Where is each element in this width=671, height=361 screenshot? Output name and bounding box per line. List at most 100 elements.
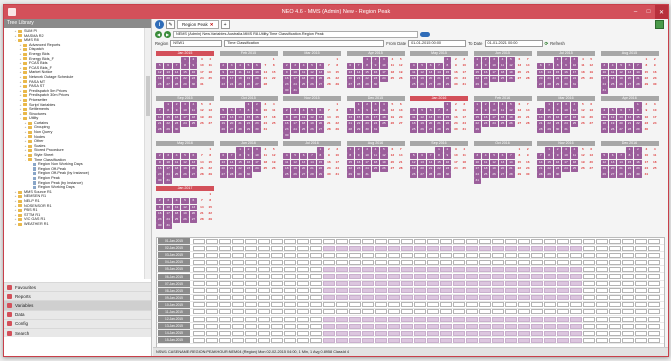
peak-day[interactable]: 7 bbox=[537, 153, 545, 160]
weekend-day[interactable]: 31 bbox=[262, 127, 269, 133]
peak-day[interactable]: 23 bbox=[253, 120, 261, 127]
grid-cell[interactable] bbox=[492, 252, 504, 258]
weekend-day[interactable]: 1 bbox=[334, 57, 341, 63]
weekend-day[interactable]: 23 bbox=[452, 121, 459, 127]
weekend-day[interactable]: 27 bbox=[516, 76, 523, 82]
peak-cell[interactable] bbox=[336, 316, 348, 322]
peak-cell[interactable] bbox=[453, 245, 465, 251]
peak-cell[interactable] bbox=[466, 288, 478, 294]
grid-cell[interactable] bbox=[622, 323, 634, 329]
grid-cell[interactable] bbox=[310, 259, 322, 265]
month-header[interactable]: Aug 2016 bbox=[346, 141, 405, 146]
weekend-day[interactable]: 29 bbox=[207, 217, 214, 223]
peak-day[interactable]: 9 bbox=[634, 153, 642, 160]
peak-cell[interactable] bbox=[518, 330, 530, 336]
peak-day[interactable]: 23 bbox=[481, 120, 490, 127]
peak-day[interactable]: 1 bbox=[553, 57, 562, 63]
grid-cell[interactable] bbox=[557, 252, 569, 258]
peak-day[interactable]: 9 bbox=[363, 108, 371, 115]
weekend-day[interactable]: 22 bbox=[207, 166, 214, 172]
peak-day[interactable]: 6 bbox=[316, 63, 325, 70]
weekend-day[interactable]: 1 bbox=[207, 147, 214, 153]
peak-day[interactable]: 5 bbox=[418, 63, 426, 70]
weekend-day[interactable]: 2 bbox=[452, 57, 459, 63]
tab-close-icon[interactable]: ✕ bbox=[210, 21, 214, 28]
grid-cell[interactable] bbox=[375, 309, 387, 315]
grid-cell[interactable] bbox=[557, 238, 569, 244]
peak-day[interactable]: 3 bbox=[380, 57, 388, 63]
peak-day[interactable]: 14 bbox=[308, 159, 316, 166]
peak-day[interactable]: 17 bbox=[473, 165, 481, 172]
grid-cell[interactable] bbox=[206, 337, 218, 343]
peak-day[interactable]: 21 bbox=[156, 120, 164, 127]
peak-day[interactable]: 19 bbox=[617, 75, 625, 82]
peak-cell[interactable] bbox=[453, 274, 465, 280]
peak-day[interactable]: 22 bbox=[244, 120, 253, 127]
peak-day[interactable]: 6 bbox=[426, 108, 435, 115]
grid-cell[interactable] bbox=[492, 302, 504, 308]
weekend-day[interactable]: 28 bbox=[524, 121, 531, 127]
grid-cell[interactable] bbox=[271, 266, 283, 272]
peak-day[interactable]: 24 bbox=[600, 82, 608, 88]
weekend-day[interactable]: 13 bbox=[397, 108, 404, 114]
weekend-day[interactable]: 4 bbox=[207, 57, 214, 63]
peak-day[interactable]: 3 bbox=[570, 57, 579, 63]
grid-cell[interactable] bbox=[583, 238, 595, 244]
grid-cell[interactable] bbox=[232, 330, 244, 336]
peak-day[interactable]: 12 bbox=[507, 63, 515, 70]
tree-scrollbar[interactable] bbox=[144, 28, 151, 279]
grid-cell[interactable] bbox=[271, 252, 283, 258]
peak-day[interactable]: 18 bbox=[172, 165, 181, 172]
peak-day[interactable]: 6 bbox=[625, 63, 634, 70]
peak-day[interactable]: 17 bbox=[490, 69, 498, 76]
grid-cell[interactable] bbox=[414, 238, 426, 244]
peak-cell[interactable] bbox=[375, 245, 387, 251]
peak-cell[interactable] bbox=[323, 281, 335, 287]
grid-cell[interactable] bbox=[245, 337, 257, 343]
peak-day[interactable]: 19 bbox=[308, 120, 316, 127]
grid-cell[interactable] bbox=[648, 252, 660, 258]
peak-day[interactable]: 27 bbox=[537, 82, 545, 88]
peak-day[interactable]: 4 bbox=[299, 108, 308, 115]
grid-cell[interactable] bbox=[648, 330, 660, 336]
peak-day[interactable]: 26 bbox=[308, 127, 316, 133]
grid-cell[interactable] bbox=[635, 266, 647, 272]
peak-day[interactable]: 26 bbox=[156, 82, 164, 88]
peak-day[interactable]: 3 bbox=[291, 63, 299, 70]
weekend-day[interactable]: 25 bbox=[389, 76, 396, 82]
weekend-day[interactable]: 3 bbox=[643, 147, 650, 153]
weekend-day[interactable]: 26 bbox=[588, 76, 595, 82]
month-header[interactable]: Apr 2015 bbox=[346, 51, 405, 56]
peak-day[interactable]: 11 bbox=[608, 69, 617, 76]
peak-day[interactable]: 7 bbox=[346, 108, 354, 115]
peak-day[interactable]: 10 bbox=[291, 114, 299, 121]
peak-cell[interactable] bbox=[414, 274, 426, 280]
weekend-day[interactable]: 22 bbox=[270, 76, 277, 82]
peak-day[interactable]: 15 bbox=[164, 114, 172, 121]
weekend-day[interactable]: 12 bbox=[588, 63, 595, 69]
peak-day[interactable]: 5 bbox=[410, 153, 418, 160]
peak-day[interactable]: 5 bbox=[507, 57, 515, 63]
peak-day[interactable]: 17 bbox=[253, 159, 261, 166]
peak-cell[interactable] bbox=[505, 245, 517, 251]
grid-cell[interactable] bbox=[531, 309, 543, 315]
grid-cell[interactable] bbox=[245, 309, 257, 315]
grid-cell[interactable] bbox=[206, 295, 218, 301]
peak-cell[interactable] bbox=[570, 316, 582, 322]
weekend-day[interactable]: 11 bbox=[262, 153, 269, 159]
weekend-day[interactable]: 3 bbox=[334, 147, 341, 153]
peak-day[interactable]: 13 bbox=[253, 69, 261, 76]
peak-day[interactable]: 19 bbox=[608, 120, 617, 127]
peak-day[interactable]: 14 bbox=[354, 69, 363, 76]
grid-cell[interactable] bbox=[297, 316, 309, 322]
grid-cell[interactable] bbox=[440, 252, 452, 258]
peak-cell[interactable] bbox=[336, 330, 348, 336]
weekend-day[interactable]: 16 bbox=[452, 115, 459, 121]
weekend-day[interactable]: 14 bbox=[198, 205, 205, 211]
peak-day[interactable]: 3 bbox=[490, 102, 498, 108]
peak-cell[interactable] bbox=[323, 316, 335, 322]
grid-cell[interactable] bbox=[219, 274, 231, 280]
weekend-day[interactable]: 20 bbox=[207, 115, 214, 121]
peak-cell[interactable] bbox=[492, 337, 504, 343]
weekend-day[interactable]: 18 bbox=[651, 160, 658, 166]
